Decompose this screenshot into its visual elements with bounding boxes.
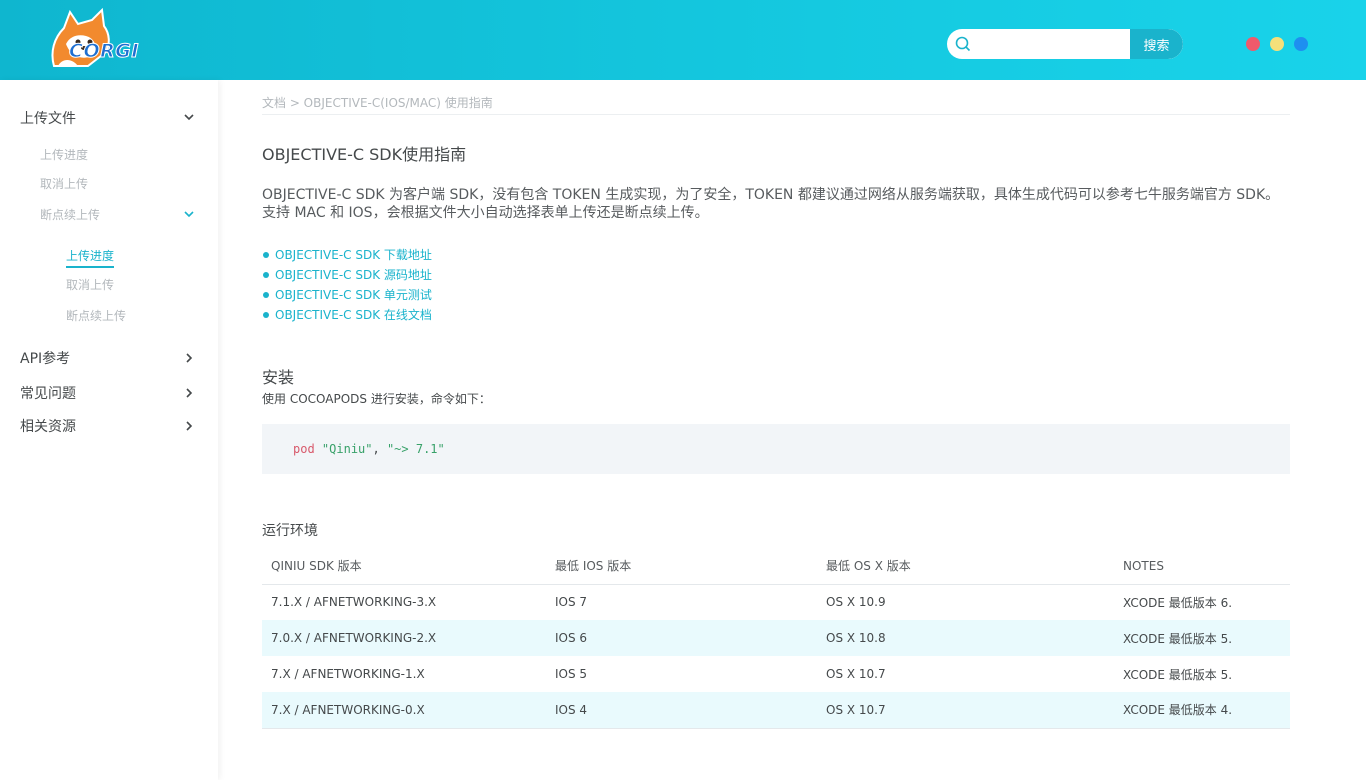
table-cell: XCODE 最低版本 5.	[1114, 620, 1290, 656]
code-comma: ,	[372, 442, 387, 456]
sidebar-item-faq[interactable]: 常见问题	[20, 383, 76, 403]
sidebar-item-resources[interactable]: 相关资源	[20, 416, 76, 436]
breadcrumb[interactable]: 文档 > OBJECTIVE-C(IOS/MAC) 使用指南	[262, 94, 493, 111]
env-table: QINIU SDK 版本 最低 IOS 版本 最低 OS X 版本 NOTES …	[262, 548, 1290, 729]
table-cell: 7.0.X / AFNETWORKING-2.X	[262, 620, 546, 656]
chevron-down-icon[interactable]	[183, 111, 195, 123]
table-cell: IOS 5	[555, 667, 588, 681]
code-pod-name: "Qiniu"	[321, 442, 373, 456]
code-keyword: pod	[293, 442, 315, 456]
link-online-docs[interactable]: OBJECTIVE-C SDK 在线文档	[262, 306, 432, 326]
table-header: NOTES	[1114, 548, 1290, 585]
install-text: 使用 COCOAPODS 进行安装，命令如下：	[262, 392, 491, 406]
table-header: 最低 IOS 版本	[546, 548, 817, 585]
table-row: 7.X / AFNETWORKING-0.X IOS 4 OS X 10.7 X…	[262, 692, 1290, 729]
sidebar-item-cancel-upload[interactable]: 取消上传	[40, 175, 88, 192]
sidebar-item-upload[interactable]: 上传文件	[20, 108, 76, 128]
table-header: QINIU SDK 版本	[262, 548, 546, 585]
table-cell: 7.1.X / AFNETWORKING-3.X	[271, 595, 437, 610]
theme-dot-blue[interactable]	[1294, 37, 1308, 51]
code-version: "~> 7.1"	[386, 442, 445, 456]
table-cell: IOS 7	[555, 595, 588, 610]
page-title: OBJECTIVE-C SDK使用指南	[262, 145, 467, 164]
top-header: CORGI 搜索	[0, 0, 1366, 80]
code-block: pod "Qiniu", "~> 7.1"	[262, 424, 1290, 474]
chevron-down-icon[interactable]	[183, 208, 195, 220]
search-box: 搜索	[947, 29, 1183, 59]
table-cell: IOS 6	[546, 620, 817, 656]
table-cell: OS X 10.7	[826, 667, 886, 681]
intro-paragraph: OBJECTIVE-C SDK 为客户端 SDK，没有包含 TOKEN 生成实现…	[262, 187, 1280, 221]
sidebar-item-api[interactable]: API参考	[20, 348, 70, 368]
table-cell: XCODE 最低版本 5.	[1123, 667, 1233, 682]
install-heading: 安装	[262, 368, 295, 387]
resource-links: OBJECTIVE-C SDK 下载地址 OBJECTIVE-C SDK 源码地…	[262, 246, 432, 326]
chevron-right-icon[interactable]	[183, 387, 195, 399]
table-row: 7.1.X / AFNETWORKING-3.X IOS 7 OS X 10.9…	[262, 584, 1290, 620]
table-cell: XCODE 最低版本 6.	[1123, 595, 1233, 610]
table-cell: 7.X / AFNETWORKING-1.X	[271, 667, 425, 681]
table-cell: OS X 10.9	[826, 595, 886, 610]
theme-switcher	[1246, 37, 1308, 51]
divider	[262, 114, 1290, 115]
env-heading: 运行环境	[262, 523, 318, 539]
table-cell: OS X 10.7	[817, 692, 1114, 729]
logo-text: CORGI	[69, 40, 139, 63]
sidebar-item-resume-upload[interactable]: 断点续上传	[40, 206, 100, 223]
sidebar-subitem-cancel[interactable]: 取消上传	[66, 276, 114, 293]
table-row: 7.0.X / AFNETWORKING-2.X IOS 6 OS X 10.8…	[262, 620, 1290, 656]
link-source[interactable]: OBJECTIVE-C SDK 源码地址	[262, 266, 432, 286]
sidebar-subitem-progress[interactable]: 上传进度	[66, 247, 115, 268]
table-row: 7.X / AFNETWORKING-1.X IOS 5 OS X 10.7 X…	[262, 656, 1290, 692]
table-cell: XCODE 最低版本 4.	[1114, 692, 1290, 729]
search-button[interactable]: 搜索	[1130, 29, 1183, 59]
link-unit-test[interactable]: OBJECTIVE-C SDK 单元测试	[262, 286, 432, 306]
table-header-row: QINIU SDK 版本 最低 IOS 版本 最低 OS X 版本 NOTES	[262, 548, 1290, 585]
search-icon	[955, 36, 971, 52]
theme-dot-yellow[interactable]	[1270, 37, 1284, 51]
chevron-right-icon[interactable]	[183, 420, 195, 432]
table-header: 最低 OS X 版本	[817, 548, 1114, 585]
link-download[interactable]: OBJECTIVE-C SDK 下载地址	[262, 246, 432, 266]
table-cell: OS X 10.8	[817, 620, 1114, 656]
sidebar-subitem-resume[interactable]: 断点续上传	[66, 307, 126, 324]
search-input[interactable]	[977, 32, 1127, 56]
table-cell: 7.X / AFNETWORKING-0.X	[262, 692, 546, 729]
chevron-right-icon[interactable]	[183, 352, 195, 364]
sidebar-item-upload-progress[interactable]: 上传进度	[40, 146, 88, 163]
table-cell: IOS 4	[546, 692, 817, 729]
theme-dot-red[interactable]	[1246, 37, 1260, 51]
sidebar: 上传文件 上传进度 取消上传 断点续上传 上传进度 取消上传 断点续上传 API…	[0, 80, 218, 780]
